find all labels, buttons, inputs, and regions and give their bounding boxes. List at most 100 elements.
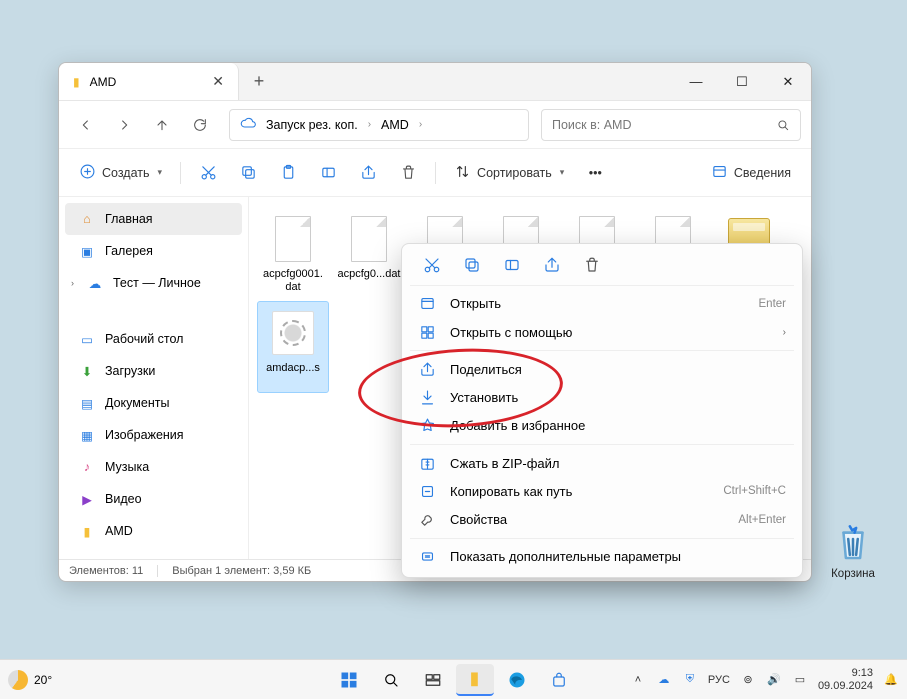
shortcut-label: Ctrl+Shift+C: [723, 485, 786, 497]
paste-button[interactable]: [269, 156, 307, 190]
file-item[interactable]: acpcfg0001.dat: [257, 207, 329, 299]
store-taskbar-icon[interactable]: [540, 664, 578, 696]
task-view-button[interactable]: [414, 664, 452, 696]
details-icon: [711, 163, 728, 183]
taskbar-weather[interactable]: 20°: [8, 670, 52, 690]
context-zip[interactable]: Сжать в ZIP-файл: [408, 449, 796, 477]
music-icon: ♪: [79, 459, 95, 475]
star-icon: [418, 417, 436, 435]
chevron-down-icon: ▾: [158, 167, 163, 178]
file-item[interactable]: amdacp...s: [257, 301, 329, 393]
context-item-label: Показать дополнительные параметры: [450, 549, 681, 564]
share-button[interactable]: [534, 250, 570, 280]
cut-button[interactable]: [414, 250, 450, 280]
chevron-right-icon[interactable]: ›: [71, 278, 79, 288]
context-item-label: Установить: [450, 390, 518, 405]
toolbar: Создать ▾ Сортировать ▾ ••• Сведения: [59, 149, 811, 197]
shortcut-label: Alt+Enter: [738, 514, 786, 526]
inf-file-icon: [271, 306, 315, 360]
onedrive-tray-icon[interactable]: ☁: [656, 672, 672, 688]
new-tab-button[interactable]: +: [239, 63, 279, 100]
search-button[interactable]: [372, 664, 410, 696]
chevron-up-icon[interactable]: ˄: [630, 672, 646, 688]
sidebar-item-downloads[interactable]: ⬇ Загрузки: [65, 355, 242, 387]
rename-button[interactable]: [494, 250, 530, 280]
sidebar-item-amd[interactable]: ▮ AMD: [65, 515, 242, 547]
sidebar-item-music[interactable]: ♪ Музыка: [65, 451, 242, 483]
details-button[interactable]: Сведения: [701, 156, 801, 190]
breadcrumb-root[interactable]: Запуск рез. коп.: [266, 118, 358, 132]
taskbar-center: ▮: [330, 664, 578, 696]
rename-button[interactable]: [309, 156, 347, 190]
breadcrumb-current[interactable]: AMD: [381, 118, 409, 132]
battery-icon[interactable]: ▭: [792, 672, 808, 688]
cut-button[interactable]: [189, 156, 227, 190]
sidebar-item-label: Видео: [105, 492, 142, 506]
back-button[interactable]: [69, 108, 103, 142]
sidebar-item-home[interactable]: ⌂ Главная: [65, 203, 242, 235]
sidebar-item-label: AMD: [105, 524, 133, 538]
language-indicator[interactable]: РУС: [708, 674, 730, 686]
breadcrumb[interactable]: Запуск рез. коп. › AMD ›: [229, 109, 529, 141]
file-label: acpcfg0...dat: [338, 268, 401, 281]
refresh-button[interactable]: [183, 108, 217, 142]
sidebar-item-pictures[interactable]: ▦ Изображения: [65, 419, 242, 451]
share-button[interactable]: [349, 156, 387, 190]
forward-button[interactable]: [107, 108, 141, 142]
shortcut-label: Enter: [759, 298, 787, 310]
close-window-button[interactable]: ✕: [765, 63, 811, 100]
context-menu-quick-actions: [408, 250, 796, 281]
close-tab-icon[interactable]: ✕: [212, 73, 224, 90]
clock[interactable]: 9:13 09.09.2024: [818, 667, 873, 692]
create-button[interactable]: Создать ▾: [69, 156, 172, 190]
notifications-icon[interactable]: 🔔: [883, 672, 899, 688]
context-install[interactable]: Установить: [408, 383, 796, 411]
sidebar-item-label: Рабочий стол: [105, 332, 183, 346]
minimize-button[interactable]: —: [673, 63, 719, 100]
security-tray-icon[interactable]: ⛨: [682, 672, 698, 688]
sidebar-item-gallery[interactable]: ▣ Галерея: [65, 235, 242, 267]
taskbar: 20° ▮ ˄ ☁ ⛨ РУС ⊚ 🔊 ▭ 9:13 09.09.2024 🔔: [0, 659, 907, 699]
context-more-options[interactable]: Показать дополнительные параметры: [408, 543, 796, 571]
context-favorite[interactable]: Добавить в избранное: [408, 412, 796, 440]
context-open[interactable]: Открыть Enter: [408, 290, 796, 318]
more-options-button[interactable]: •••: [576, 156, 614, 190]
copy-button[interactable]: [454, 250, 490, 280]
delete-button[interactable]: [389, 156, 427, 190]
sort-button[interactable]: Сортировать ▾: [444, 156, 574, 190]
network-icon[interactable]: ⊚: [740, 672, 756, 688]
wrench-icon: [418, 511, 436, 529]
folder-icon: ▮: [73, 75, 80, 89]
clock-time: 9:13: [818, 667, 873, 680]
video-icon: ▶: [79, 491, 95, 507]
context-share[interactable]: Поделиться: [408, 355, 796, 383]
maximize-button[interactable]: ☐: [719, 63, 765, 100]
file-item[interactable]: acpcfg0...dat: [333, 207, 405, 299]
details-label: Сведения: [734, 166, 791, 180]
volume-icon[interactable]: 🔊: [766, 672, 782, 688]
context-copy-path[interactable]: Копировать как путь Ctrl+Shift+C: [408, 477, 796, 505]
documents-icon: ▤: [79, 395, 95, 411]
recycle-bin[interactable]: Корзина: [821, 520, 885, 580]
explorer-taskbar-icon[interactable]: ▮: [456, 664, 494, 696]
start-button[interactable]: [330, 664, 368, 696]
delete-button[interactable]: [574, 250, 610, 280]
search-input[interactable]: Поиск в: AMD: [541, 109, 801, 141]
chevron-right-icon: ›: [368, 119, 371, 130]
context-properties[interactable]: Свойства Alt+Enter: [408, 506, 796, 534]
open-with-icon: [418, 323, 436, 341]
edge-taskbar-icon[interactable]: [498, 664, 536, 696]
context-menu: Открыть Enter Открыть с помощью › Подели…: [401, 243, 803, 578]
sidebar-item-documents[interactable]: ▤ Документы: [65, 387, 242, 419]
sidebar-item-personal[interactable]: › ☁ Тест — Личное: [65, 267, 242, 299]
active-tab[interactable]: ▮ AMD ✕: [59, 63, 239, 100]
window-controls: — ☐ ✕: [673, 63, 811, 100]
chevron-right-icon: ›: [419, 119, 422, 130]
context-open-with[interactable]: Открыть с помощью ›: [408, 318, 796, 346]
sidebar-item-label: Главная: [105, 212, 153, 226]
up-button[interactable]: [145, 108, 179, 142]
search-placeholder: Поиск в: AMD: [552, 118, 631, 132]
sidebar-item-video[interactable]: ▶ Видео: [65, 483, 242, 515]
sidebar-item-desktop[interactable]: ▭ Рабочий стол: [65, 323, 242, 355]
copy-button[interactable]: [229, 156, 267, 190]
